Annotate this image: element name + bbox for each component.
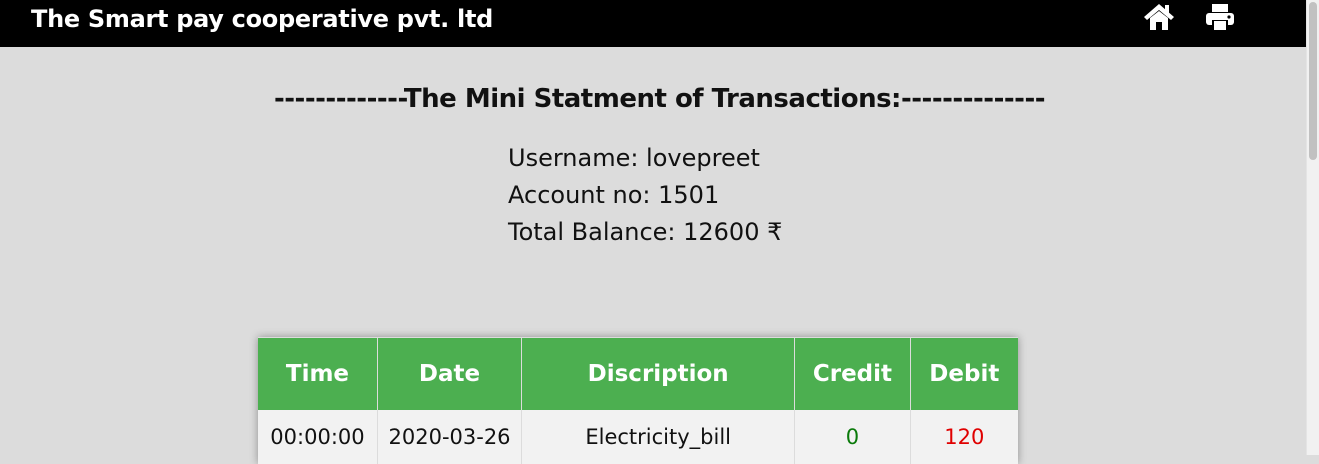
cell-time: 00:00:00 (258, 410, 378, 464)
account-info: Username: lovepreet Account no: 1501 Tot… (508, 140, 782, 251)
scrollbar-thumb[interactable] (1309, 2, 1317, 160)
username-text: Username: lovepreet (508, 144, 760, 172)
transactions-table: Time Date Discription Credit Debit 00:00… (258, 337, 1018, 464)
account-number-text: Account no: 1501 (508, 181, 720, 209)
table-row: 00:00:00 2020-03-26 Electricity_bill 0 1… (258, 410, 1018, 464)
cell-debit: 120 (944, 425, 985, 449)
cell-credit: 0 (794, 410, 911, 464)
home-icon[interactable] (1143, 2, 1175, 32)
table-header-row: Time Date Discription Credit Debit (258, 337, 1018, 410)
page-scrollbar[interactable] (1306, 0, 1319, 455)
column-header-debit: Debit (910, 337, 1018, 410)
column-header-credit: Credit (794, 337, 911, 410)
page-title: -------------The Mini Statment of Transa… (273, 84, 1046, 114)
brand-title: The Smart pay cooperative pvt. ltd (31, 5, 493, 33)
column-header-time: Time (258, 337, 378, 410)
column-header-date: Date (377, 337, 523, 410)
cell-date: 2020-03-26 (377, 410, 523, 464)
total-balance-text: Total Balance: 12600 ₹ (508, 218, 783, 246)
column-header-description: Discription (521, 337, 796, 410)
print-icon[interactable] (1204, 2, 1236, 32)
top-navbar: The Smart pay cooperative pvt. ltd (0, 0, 1307, 47)
cell-description: Electricity_bill (521, 410, 796, 464)
